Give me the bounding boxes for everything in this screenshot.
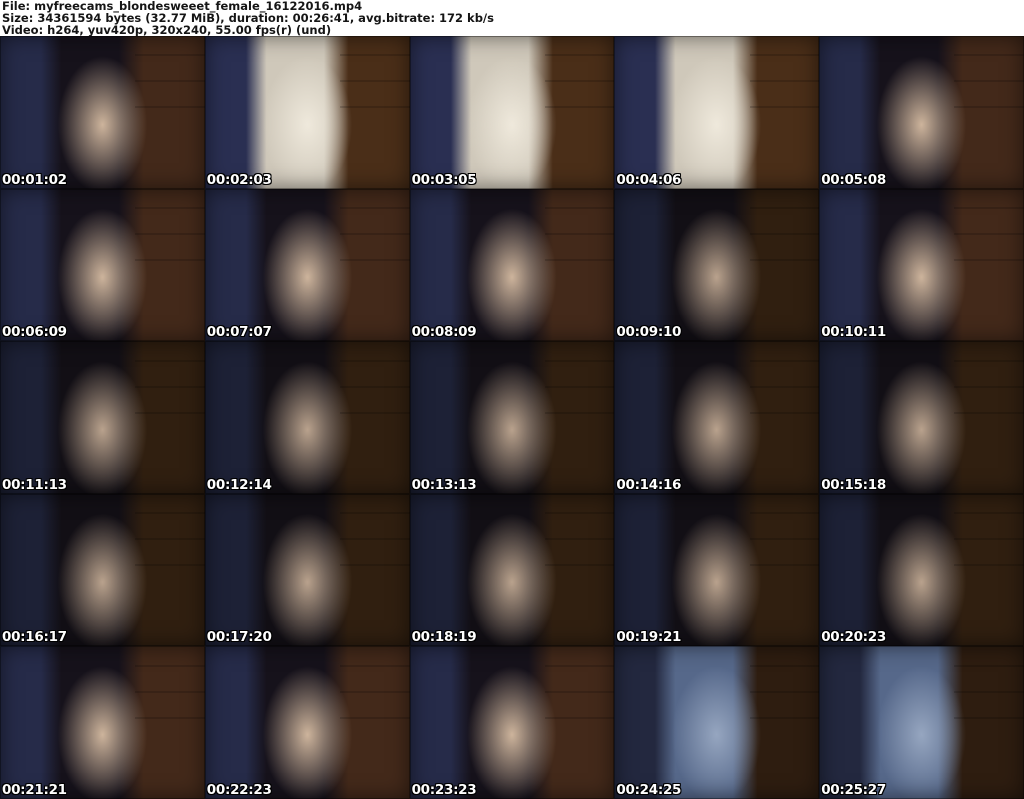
thumbnail-frame: 00:05:08 (819, 36, 1024, 189)
timestamp-label: 00:23:23 (411, 782, 477, 798)
timestamp-label: 00:22:23 (206, 782, 272, 798)
timestamp-label: 00:02:03 (206, 171, 272, 188)
timestamp-label: 00:06:09 (2, 324, 67, 341)
thumbnail-frame: 00:08:09 (409, 188, 615, 342)
timestamp-label: 00:25:27 (821, 782, 886, 798)
timestamp-label: 00:24:25 (616, 782, 682, 798)
thumbnail-frame: 00:10:11 (819, 188, 1024, 342)
timestamp-label: 00:01:02 (2, 171, 67, 188)
thumbnail-frame: 00:23:23 (409, 646, 615, 799)
thumbnail-frame: 00:12:14 (204, 341, 410, 494)
thumbnail-frame: 00:01:02 (0, 36, 205, 189)
timestamp-label: 00:04:06 (616, 171, 682, 188)
video-contact-sheet: File: myfreecams_blondesweeet_female_161… (0, 0, 1024, 799)
thumbnail-frame: 00:18:19 (409, 493, 615, 647)
timestamp-label: 00:13:13 (411, 476, 477, 493)
thumbnail-frame: 00:04:06 (614, 36, 820, 189)
timestamp-label: 00:09:10 (616, 324, 682, 341)
thumbnail-frame: 00:25:27 (819, 646, 1024, 799)
thumbnail-frame: 00:03:05 (409, 36, 615, 189)
thumbnail-frame: 00:06:09 (0, 188, 205, 342)
thumbnail-frame: 00:07:07 (204, 188, 410, 342)
timestamp-label: 00:10:11 (821, 324, 886, 341)
thumbnail-frame: 00:19:21 (614, 493, 820, 647)
thumbnail-frame: 00:02:03 (204, 36, 410, 189)
thumbnail-frame: 00:11:13 (0, 341, 205, 494)
thumbnail-frame: 00:21:21 (0, 646, 205, 799)
thumbnail-frame: 00:24:25 (614, 646, 820, 799)
thumbnail-grid: 00:01:02 00:02:03 00:03:05 00:04:06 00:05:08… (0, 36, 1024, 799)
timestamp-label: 00:12:14 (206, 476, 272, 493)
timestamp-label: 00:03:05 (411, 171, 477, 188)
thumbnail-frame: 00:13:13 (409, 341, 615, 494)
thumbnail-frame: 00:14:16 (614, 341, 820, 494)
timestamp-label: 00:17:20 (206, 629, 272, 646)
timestamp-label: 00:14:16 (616, 476, 682, 493)
timestamp-label: 00:19:21 (616, 629, 682, 646)
timestamp-label: 00:21:21 (2, 782, 67, 798)
timestamp-label: 00:08:09 (411, 324, 477, 341)
timestamp-label: 00:18:19 (411, 629, 477, 646)
thumbnail-frame: 00:17:20 (204, 493, 410, 647)
timestamp-label: 00:16:17 (2, 629, 67, 646)
timestamp-label: 00:15:18 (821, 476, 886, 493)
timestamp-label: 00:20:23 (821, 629, 886, 646)
thumbnail-frame: 00:20:23 (819, 493, 1024, 647)
timestamp-label: 00:11:13 (2, 476, 67, 493)
timestamp-label: 00:05:08 (821, 171, 886, 188)
video-codec-line: Video: h264, yuv420p, 320x240, 55.00 fps… (2, 23, 332, 37)
thumbnail-frame: 00:22:23 (204, 646, 410, 799)
thumbnail-frame: 00:09:10 (614, 188, 820, 342)
thumbnail-frame: 00:15:18 (819, 341, 1024, 494)
timestamp-label: 00:07:07 (206, 324, 272, 341)
video-info-header: File: myfreecams_blondesweeet_female_161… (0, 0, 1024, 36)
thumbnail-frame: 00:16:17 (0, 493, 205, 647)
